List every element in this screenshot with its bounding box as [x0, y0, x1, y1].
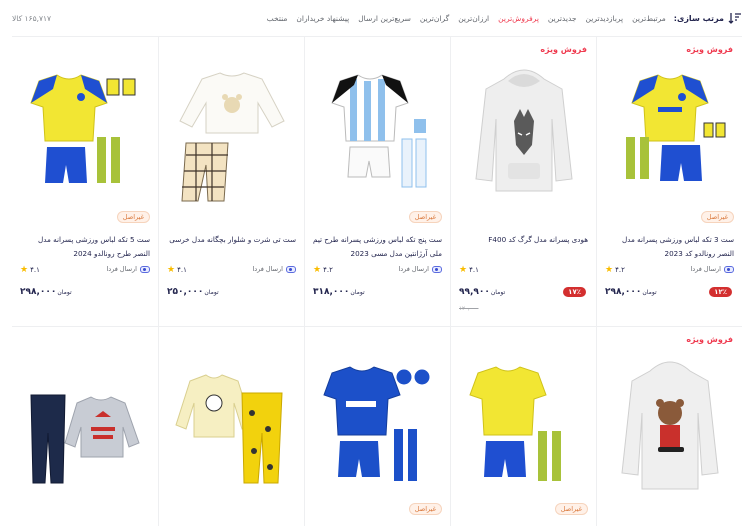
price-value: ۳۱۸,۰۰۰ — [313, 287, 350, 297]
star-icon: ★ — [459, 265, 468, 275]
product-rating: ★ ۴.۱ — [167, 265, 187, 275]
product-image[interactable] — [610, 343, 730, 503]
currency-label: تومان — [490, 288, 506, 296]
sort-bar: مرتب سازی: مرتبط‌ترین پربازدیدترین جدیدت… — [0, 0, 750, 36]
non-original-tag: غیراصل — [554, 503, 588, 515]
shipping-label: ارسال فردا — [690, 265, 721, 273]
sort-option-selected[interactable]: منتخب — [267, 14, 288, 23]
delivery-truck-icon — [140, 265, 150, 273]
product-image[interactable] — [464, 59, 584, 209]
product-name[interactable]: ست 3 تکه لباس ورزشی پسرانه مدل النصر رون… — [605, 233, 734, 261]
product-card[interactable]: فروش ویژه هودی پسرانه مدل گرگ کد F400 ★ … — [450, 36, 596, 326]
product-rating: ★ ۴.۱ — [459, 265, 479, 275]
sort-option-newest[interactable]: جدیدترین — [548, 14, 577, 23]
product-price: ۲۹۸,۰۰۰ تومان — [20, 287, 72, 297]
sort-option-relevant[interactable]: مرتبط‌ترین — [632, 14, 666, 23]
product-image[interactable] — [25, 343, 145, 503]
product-image[interactable] — [172, 59, 292, 209]
rating-value: ۴.۲ — [323, 266, 333, 274]
product-rating: ★ ۴.۱ — [20, 265, 40, 275]
product-card[interactable]: غیراصل ست پنج تکه لباس ورزشی پسرانه طرح … — [304, 36, 450, 326]
shipping-info: ارسال فردا — [106, 265, 150, 273]
product-card[interactable]: فروش ویژه — [596, 326, 742, 526]
shipping-label: ارسال فردا — [252, 265, 283, 273]
currency-label: تومان — [642, 288, 657, 296]
delivery-truck-icon — [432, 265, 442, 273]
currency-label: تومان — [57, 288, 72, 296]
sort-icon — [728, 11, 742, 25]
product-card[interactable]: ست تی شرت و شلوار بچگانه مدل خرسی ارسال … — [158, 36, 304, 326]
shipping-label: ارسال فردا — [398, 265, 429, 273]
product-grid: فروش ویژه غیراصل ست 3 تکه لباس ورزشی پسر… — [12, 36, 742, 526]
star-icon: ★ — [605, 265, 614, 275]
non-original-tag: غیراصل — [408, 503, 442, 515]
sort-option-fastest-shipping[interactable]: سریع‌ترین ارسال — [358, 14, 411, 23]
product-card[interactable]: غیراصل — [304, 326, 450, 526]
non-original-tag: غیراصل — [700, 211, 734, 223]
product-rating: ★ ۴.۲ — [605, 265, 625, 275]
product-meta: ★ ۴.۱ — [459, 265, 588, 277]
product-name[interactable]: ست پنج تکه لباس ورزشی پسرانه طرح تیم ملی… — [313, 233, 442, 261]
product-price: ۹۹,۹۰۰ تومان — [459, 287, 505, 297]
price-value: ۲۹۸,۰۰۰ — [20, 287, 57, 297]
product-meta: ارسال فردا ★ ۴.۱ — [167, 265, 296, 277]
sort-options: مرتبط‌ترین پربازدیدترین جدیدترین پرفروش‌… — [258, 14, 666, 23]
product-meta: ارسال فردا ★ ۴.۱ — [20, 265, 150, 277]
discount-badge: ۱۷٪ — [563, 287, 586, 297]
sort-option-cheapest[interactable]: ارزان‌ترین — [458, 14, 489, 23]
product-rating: ★ ۴.۲ — [313, 265, 333, 275]
product-image[interactable] — [25, 59, 145, 209]
shipping-info: ارسال فردا — [690, 265, 734, 273]
product-meta: ارسال فردا ★ ۴.۲ — [605, 265, 734, 277]
sort-title: مرتب سازی: — [673, 13, 724, 23]
discount-badge: ۱۲٪ — [709, 287, 732, 297]
price-value: ۹۹,۹۰۰ — [459, 287, 490, 297]
product-image[interactable] — [464, 343, 584, 503]
star-icon: ★ — [167, 265, 176, 275]
product-price: ۲۹۸,۰۰۰ تومان — [605, 287, 657, 297]
delivery-truck-icon — [286, 265, 296, 273]
special-sale-label: فروش ویژه — [540, 45, 587, 54]
non-original-tag: غیراصل — [408, 211, 442, 223]
delivery-truck-icon — [724, 265, 734, 273]
product-image[interactable] — [610, 59, 730, 209]
sort-option-best-selling[interactable]: پرفروش‌ترین — [498, 14, 539, 23]
sort-option-most-viewed[interactable]: پربازدیدترین — [586, 14, 624, 23]
special-sale-label: فروش ویژه — [686, 45, 733, 54]
product-meta: ارسال فردا ★ ۴.۲ — [313, 265, 442, 277]
product-price: ۲۵۰,۰۰۰ تومان — [167, 287, 219, 297]
currency-label: تومان — [350, 288, 365, 296]
currency-label: تومان — [204, 288, 219, 296]
product-price: ۳۱۸,۰۰۰ تومان — [313, 287, 365, 297]
non-original-tag: غیراصل — [116, 211, 150, 223]
star-icon: ★ — [20, 265, 29, 275]
product-name[interactable]: ست 5 تکه لباس ورزشی پسرانه مدل النصر طرح… — [20, 233, 150, 261]
price-value: ۲۵۰,۰۰۰ — [167, 287, 204, 297]
rating-value: ۴.۱ — [30, 266, 40, 274]
product-name[interactable]: ست تی شرت و شلوار بچگانه مدل خرسی — [167, 233, 296, 247]
product-card[interactable]: فروش ویژه غیراصل ست 3 تکه لباس ورزشی پسر… — [596, 36, 742, 326]
shipping-info: ارسال فردا — [252, 265, 296, 273]
rating-value: ۴.۲ — [615, 266, 625, 274]
total-count: ۱۶۵,۷۱۷ کالا — [12, 13, 52, 23]
shipping-label: ارسال فردا — [106, 265, 137, 273]
product-card[interactable] — [12, 326, 158, 526]
product-card[interactable]: غیراصل — [450, 326, 596, 526]
original-price: ۱۲۰,۰۰۰ — [459, 306, 479, 312]
rating-value: ۴.۱ — [177, 266, 187, 274]
star-icon: ★ — [313, 265, 322, 275]
product-card[interactable] — [158, 326, 304, 526]
price-value: ۲۹۸,۰۰۰ — [605, 287, 642, 297]
product-image[interactable] — [318, 343, 438, 503]
product-name[interactable]: هودی پسرانه مدل گرگ کد F400 — [459, 233, 588, 247]
sort-option-most-expensive[interactable]: گران‌ترین — [420, 14, 449, 23]
rating-value: ۴.۱ — [469, 266, 479, 274]
shipping-info: ارسال فردا — [398, 265, 442, 273]
product-image[interactable] — [172, 343, 292, 503]
product-card[interactable]: غیراصل ست 5 تکه لباس ورزشی پسرانه مدل ال… — [12, 36, 158, 326]
product-image[interactable] — [318, 59, 438, 209]
sort-option-buyer-suggestion[interactable]: پیشنهاد خریداران — [296, 14, 349, 23]
